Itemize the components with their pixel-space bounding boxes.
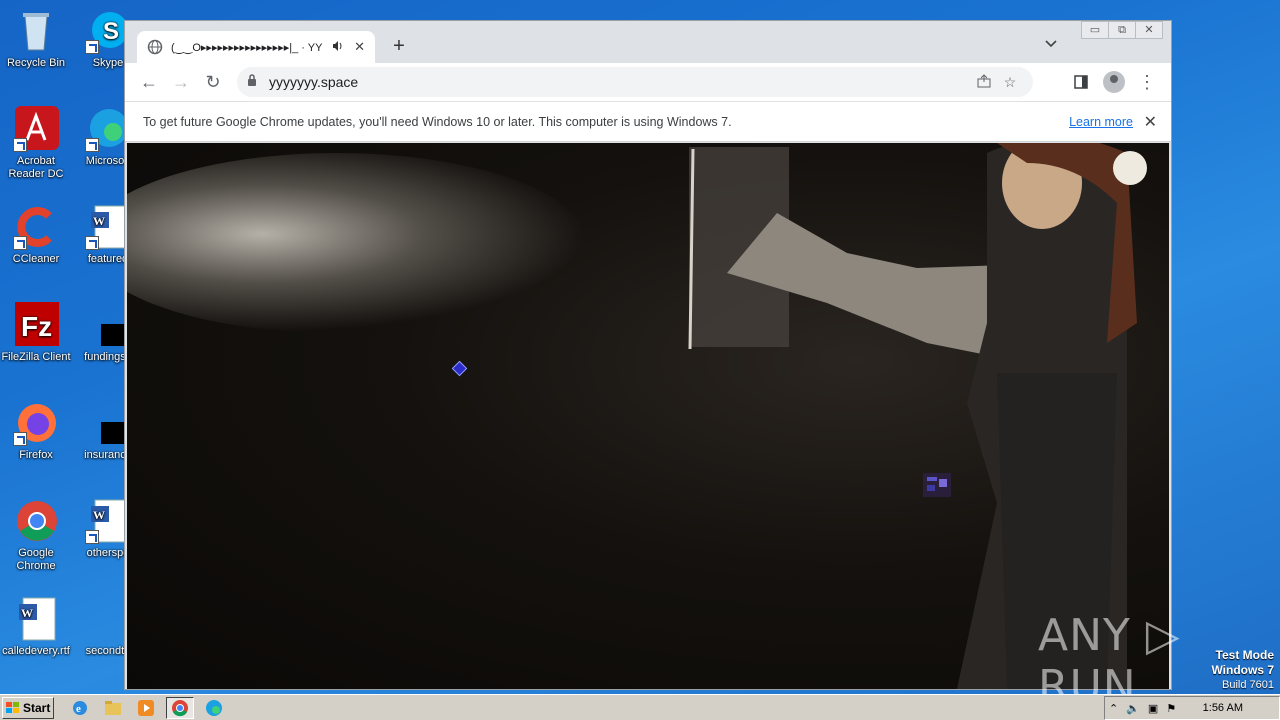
back-button[interactable]: ← [133, 66, 165, 98]
page-video-content[interactable] [127, 143, 1169, 689]
infobar-message: To get future Google Chrome updates, you… [143, 114, 732, 129]
infobar-close-icon[interactable]: ✕ [1144, 112, 1157, 132]
taskbar-media-player-icon[interactable] [132, 697, 160, 719]
desktop-icon-label: CCleaner [12, 253, 60, 265]
desktop-icon-firefox[interactable]: Firefox [0, 400, 72, 462]
acrobat-icon [13, 106, 59, 152]
test-mode-line: Test Mode [1215, 648, 1274, 662]
svg-text:W: W [21, 606, 33, 620]
word-document-icon: W [13, 596, 59, 642]
taskbar-edge-icon[interactable] [200, 697, 228, 719]
desktop-icon-ccleaner[interactable]: CCleaner [0, 204, 72, 266]
svg-text:e: e [76, 703, 81, 715]
svg-text:S: S [103, 18, 119, 45]
svg-text:W: W [93, 214, 105, 228]
globe-icon [147, 39, 163, 55]
small-colored-glyph [923, 473, 951, 497]
test-mode-overlay: Test Mode Windows 7 Build 7601 [1211, 648, 1274, 693]
taskbar-clock[interactable]: 1:56 AM [1203, 702, 1243, 714]
desktop-icon-calledevery[interactable]: W calledevery.rtf [0, 596, 72, 658]
lock-icon[interactable] [247, 73, 257, 91]
restore-button[interactable]: ⧉ [1108, 21, 1136, 39]
build-line: Build 7601 [1222, 679, 1274, 691]
share-icon[interactable] [971, 73, 997, 91]
update-infobar: To get future Google Chrome updates, you… [125, 101, 1171, 142]
shortcut-arrow-icon [85, 236, 99, 250]
shortcut-arrow-icon [85, 138, 99, 152]
chrome-window: (‿‿O▸▸▸▸▸▸▸▸▸▸▸▸▸▸▸▸|_ · YY ✕ + ▭ ⧉ ✕ ← … [124, 20, 1172, 690]
desktop-icon-label: otherspo [86, 547, 130, 559]
svg-text:Fz: Fz [21, 311, 52, 342]
shortcut-arrow-icon [85, 40, 99, 54]
shortcut-arrow-icon [13, 432, 27, 446]
taskbar-explorer-icon[interactable] [99, 697, 127, 719]
desktop-icon-label: calledevery.rtf [2, 645, 70, 657]
desktop-icon-label: FileZilla Client [1, 351, 71, 363]
profile-avatar-icon[interactable] [1103, 71, 1125, 93]
address-bar[interactable]: yyyyyyy.space ☆ [237, 67, 1033, 97]
taskbar-ie-icon[interactable]: e [66, 697, 94, 719]
bookmark-star-icon[interactable]: ☆ [997, 74, 1023, 91]
desktop-icon-label: Recycle Bin [6, 57, 66, 69]
taskbar: Start e ⌃ 🔈 ▣ ⚑ 1:56 AM [0, 694, 1280, 720]
toolbar-right: ⋮ [1065, 66, 1163, 98]
shortcut-arrow-icon [13, 138, 27, 152]
forward-button[interactable]: → [165, 66, 197, 98]
volume-icon[interactable]: 🔈 [1126, 702, 1140, 715]
desktop-icon-label: Firefox [19, 449, 53, 461]
minimize-button[interactable]: ▭ [1081, 21, 1109, 39]
ccleaner-icon [13, 204, 59, 250]
tray-expand-icon[interactable]: ⌃ [1109, 702, 1118, 715]
browser-toolbar: ← → ↻ yyyyyyy.space ☆ ⋮ [125, 63, 1171, 101]
desktop-icon-label: Skype [92, 57, 124, 69]
desktop-icon-filezilla[interactable]: Fz FileZilla Client [0, 302, 72, 364]
recycle-bin-icon [13, 8, 59, 54]
desktop-icon-label: Acrobat Reader DC [8, 155, 64, 180]
side-panel-icon[interactable] [1065, 66, 1097, 98]
reload-button[interactable]: ↻ [197, 66, 229, 98]
desktop-icon-acrobat[interactable]: Acrobat Reader DC [0, 106, 72, 181]
new-tab-button[interactable]: + [387, 35, 411, 59]
desktop-icon-label: featured [87, 253, 129, 265]
action-center-flag-icon[interactable]: ⚑ [1166, 702, 1176, 715]
browser-tab[interactable]: (‿‿O▸▸▸▸▸▸▸▸▸▸▸▸▸▸▸▸|_ · YY ✕ [137, 31, 375, 63]
taskbar-chrome-icon[interactable] [166, 697, 194, 719]
close-button[interactable]: ✕ [1135, 21, 1163, 39]
window-controls: ▭ ⧉ ✕ [1081, 21, 1163, 39]
learn-more-link[interactable]: Learn more [1069, 115, 1133, 129]
speaker-icon[interactable] [332, 40, 344, 55]
windows-logo-icon [6, 702, 19, 713]
tab-strip: (‿‿O▸▸▸▸▸▸▸▸▸▸▸▸▸▸▸▸|_ · YY ✕ + ▭ ⧉ ✕ [125, 21, 1171, 63]
shortcut-arrow-icon [85, 530, 99, 544]
system-tray: ⌃ 🔈 ▣ ⚑ 1:56 AM [1104, 696, 1280, 720]
chrome-icon [13, 498, 59, 544]
tab-title: (‿‿O▸▸▸▸▸▸▸▸▸▸▸▸▸▸▸▸|_ · YY [171, 41, 323, 54]
kebab-menu-icon[interactable]: ⋮ [1131, 66, 1163, 98]
tab-search-chevron-icon[interactable] [1045, 37, 1057, 51]
desktop-icon-google-chrome[interactable]: Google Chrome [0, 498, 72, 573]
os-version-line: Windows 7 [1211, 663, 1274, 677]
firefox-icon [13, 400, 59, 446]
video-frame-figure [688, 143, 1147, 689]
desktop-icon-recycle-bin[interactable]: Recycle Bin [0, 8, 72, 70]
tab-close-icon[interactable]: ✕ [354, 39, 365, 55]
start-button[interactable]: Start [2, 697, 54, 719]
network-icon[interactable]: ▣ [1148, 702, 1158, 715]
start-label: Start [23, 701, 51, 715]
shortcut-arrow-icon [13, 236, 27, 250]
url-text: yyyyyyy.space [269, 74, 359, 90]
svg-text:W: W [93, 508, 105, 522]
desktop-icon-label: Google Chrome [16, 547, 56, 572]
filezilla-icon: Fz [13, 302, 59, 348]
